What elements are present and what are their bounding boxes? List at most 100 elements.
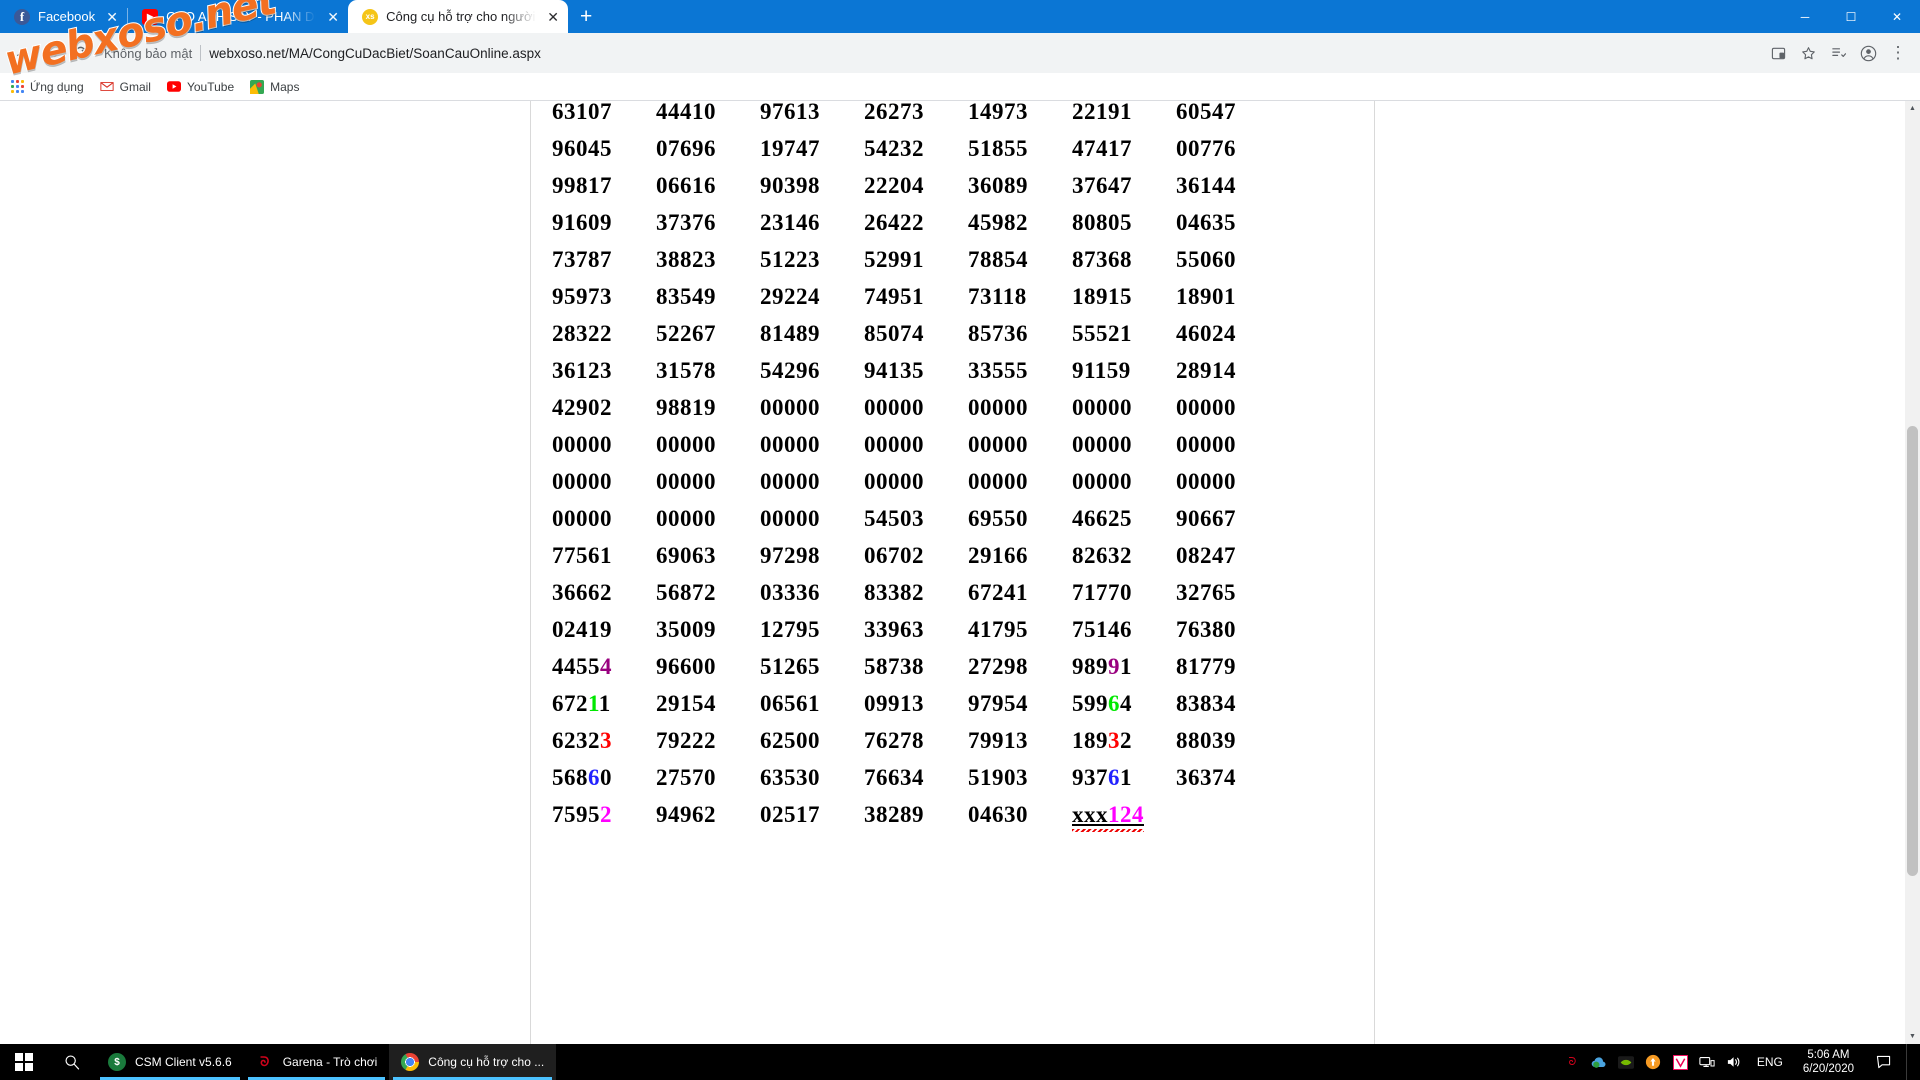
highlighted-digit: 6 xyxy=(1108,691,1120,716)
security-status-label: Không bảo mật xyxy=(104,45,193,61)
number-cell: 97613 xyxy=(760,101,820,124)
close-icon[interactable]: ✕ xyxy=(544,8,562,26)
number-cell: 29154 xyxy=(656,691,716,716)
number-cell: 52267 xyxy=(656,321,716,346)
update-icon[interactable] xyxy=(1645,1054,1662,1071)
number-cell: 69063 xyxy=(656,543,716,568)
number-cell: 37647 xyxy=(1072,173,1132,198)
notification-icon[interactable] xyxy=(1870,1044,1896,1080)
back-icon[interactable]: ← xyxy=(8,39,36,67)
number-cell: 54232 xyxy=(864,136,924,161)
install-app-icon[interactable] xyxy=(1764,39,1792,67)
taskbar-item-label: Công cụ hỗ trợ cho ... xyxy=(428,1055,545,1069)
taskbar-item-garena[interactable]: ᘐ Garena - Trò chơi xyxy=(244,1044,390,1080)
taskbar-item-csm[interactable]: $ CSM Client v5.6.6 xyxy=(96,1044,244,1080)
number-cell: 08247 xyxy=(1176,543,1236,568)
cloud-sync-icon[interactable] xyxy=(1591,1054,1608,1071)
number-cell: 90398 xyxy=(760,173,820,198)
number-cell: 81779 xyxy=(1176,654,1236,679)
number-cell: 00000 xyxy=(1072,469,1132,494)
vertical-scrollbar[interactable]: ▲ ▼ xyxy=(1905,101,1920,1044)
number-cell: 06561 xyxy=(760,691,820,716)
reload-icon[interactable]: ⟳ xyxy=(68,39,96,67)
number-cell: 47417 xyxy=(1072,136,1132,161)
number-row: 77561 69063 97298 06702 29166 82632 08247 xyxy=(552,537,1280,574)
bookmark-maps[interactable]: Maps xyxy=(250,79,299,94)
windows-start-icon[interactable] xyxy=(0,1044,48,1080)
number-cell: 77561 xyxy=(552,543,612,568)
volume-icon[interactable] xyxy=(1726,1054,1743,1071)
omnibox-divider xyxy=(200,45,202,61)
tab-youtube-video[interactable]: ▶ CHO ANH SAY - PHAN DUY ANH ✕ xyxy=(128,0,348,33)
number-cell: 96045 xyxy=(552,136,612,161)
forward-icon[interactable]: → xyxy=(38,39,66,67)
number-cell: 07696 xyxy=(656,136,716,161)
nvidia-icon[interactable] xyxy=(1618,1054,1635,1071)
number-row: 73787 38823 51223 52991 78854 87368 55060 xyxy=(552,241,1280,278)
vpn-icon[interactable] xyxy=(1672,1054,1689,1071)
maximize-button[interactable]: ☐ xyxy=(1828,0,1874,33)
number-cell: 87368 xyxy=(1072,247,1132,272)
number-cell: 18901 xyxy=(1176,284,1236,309)
number-cell: 36662 xyxy=(552,580,612,605)
number-cell: 67211 xyxy=(552,691,611,716)
bookmark-gmail[interactable]: Gmail xyxy=(100,80,151,94)
window-controls: ─ ☐ ✕ xyxy=(1782,0,1920,33)
three-dot-menu-icon[interactable]: ⋮ xyxy=(1884,39,1912,67)
number-cell: 45982 xyxy=(968,210,1028,235)
highlighted-digit: 1 xyxy=(588,691,599,716)
number-cell: 00000 xyxy=(968,469,1028,494)
number-cell: 04630 xyxy=(968,802,1028,827)
close-icon[interactable]: ✕ xyxy=(324,8,342,26)
new-tab-button[interactable]: + xyxy=(572,3,600,31)
number-cell: 44410 xyxy=(656,101,716,124)
highlighted-digit: 2 xyxy=(600,802,612,827)
number-cell: 60547 xyxy=(1176,101,1236,124)
profile-avatar-icon[interactable] xyxy=(1854,39,1882,67)
scrollbar-thumb[interactable] xyxy=(1907,426,1918,876)
windows-taskbar: $ CSM Client v5.6.6 ᘐ Garena - Trò chơi … xyxy=(0,1044,1920,1080)
number-row: 96045 07696 19747 54232 51855 47417 00776 xyxy=(552,130,1280,167)
number-cell: 14973 xyxy=(968,101,1028,124)
language-indicator[interactable]: ENG xyxy=(1753,1055,1787,1069)
number-cell: 85736 xyxy=(968,321,1028,346)
maps-icon xyxy=(250,79,265,94)
highlighted-digit: 3 xyxy=(1108,728,1120,753)
number-cell: 83834 xyxy=(1176,691,1236,716)
number-cell: 78854 xyxy=(968,247,1028,272)
number-cell: 00000 xyxy=(552,469,612,494)
number-cell: 00000 xyxy=(1176,395,1236,420)
bookmark-apps[interactable]: Ứng dụng xyxy=(10,80,84,94)
network-icon[interactable] xyxy=(1699,1054,1716,1071)
bookmark-youtube[interactable]: YouTube xyxy=(166,80,234,94)
number-cell: 03336 xyxy=(760,580,820,605)
number-cell: 46625 xyxy=(1072,506,1132,531)
address-bar[interactable]: Không bảo mật webxoso.net/MA/CongCuDacBi… xyxy=(104,40,1756,66)
toolbar-right-actions: ⋮ xyxy=(1764,39,1912,67)
clock[interactable]: 5:06 AM 6/20/2020 xyxy=(1797,1048,1860,1076)
number-cell: 42902 xyxy=(552,395,612,420)
scroll-up-arrow[interactable]: ▲ xyxy=(1905,101,1920,116)
number-cell: 00000 xyxy=(656,469,716,494)
taskbar-item-label: Garena - Trò chơi xyxy=(282,1055,378,1069)
number-cell: 00000 xyxy=(552,506,612,531)
reading-list-icon[interactable] xyxy=(1824,39,1852,67)
star-icon[interactable] xyxy=(1794,39,1822,67)
minimize-button[interactable]: ─ xyxy=(1782,0,1828,33)
number-cell: 28322 xyxy=(552,321,612,346)
number-cell: 22204 xyxy=(864,173,924,198)
tab-webxoso[interactable]: xs Công cụ hỗ trợ cho người chơi xổ ✕ xyxy=(348,0,569,33)
tab-facebook[interactable]: f Facebook ✕ xyxy=(0,0,127,33)
show-desktop-button[interactable] xyxy=(1906,1044,1912,1080)
close-window-button[interactable]: ✕ xyxy=(1874,0,1920,33)
garena-tray-icon[interactable]: ᘐ xyxy=(1564,1054,1581,1071)
page-viewport: 63107 44410 97613 26273 14973 22191 60547 96045… xyxy=(0,101,1920,1044)
number-row: 36123 31578 54296 94135 33555 91159 28914 xyxy=(552,352,1280,389)
close-icon[interactable]: ✕ xyxy=(103,8,121,26)
scroll-down-arrow[interactable]: ▼ xyxy=(1905,1029,1920,1044)
search-icon[interactable] xyxy=(48,1044,96,1080)
number-cell: 54503 xyxy=(864,506,924,531)
taskbar-item-chrome[interactable]: Công cụ hỗ trợ cho ... xyxy=(389,1044,557,1080)
number-cell: 94962 xyxy=(656,802,716,827)
bookmarks-bar: Ứng dụng Gmail YouTube Maps xyxy=(0,73,1920,101)
